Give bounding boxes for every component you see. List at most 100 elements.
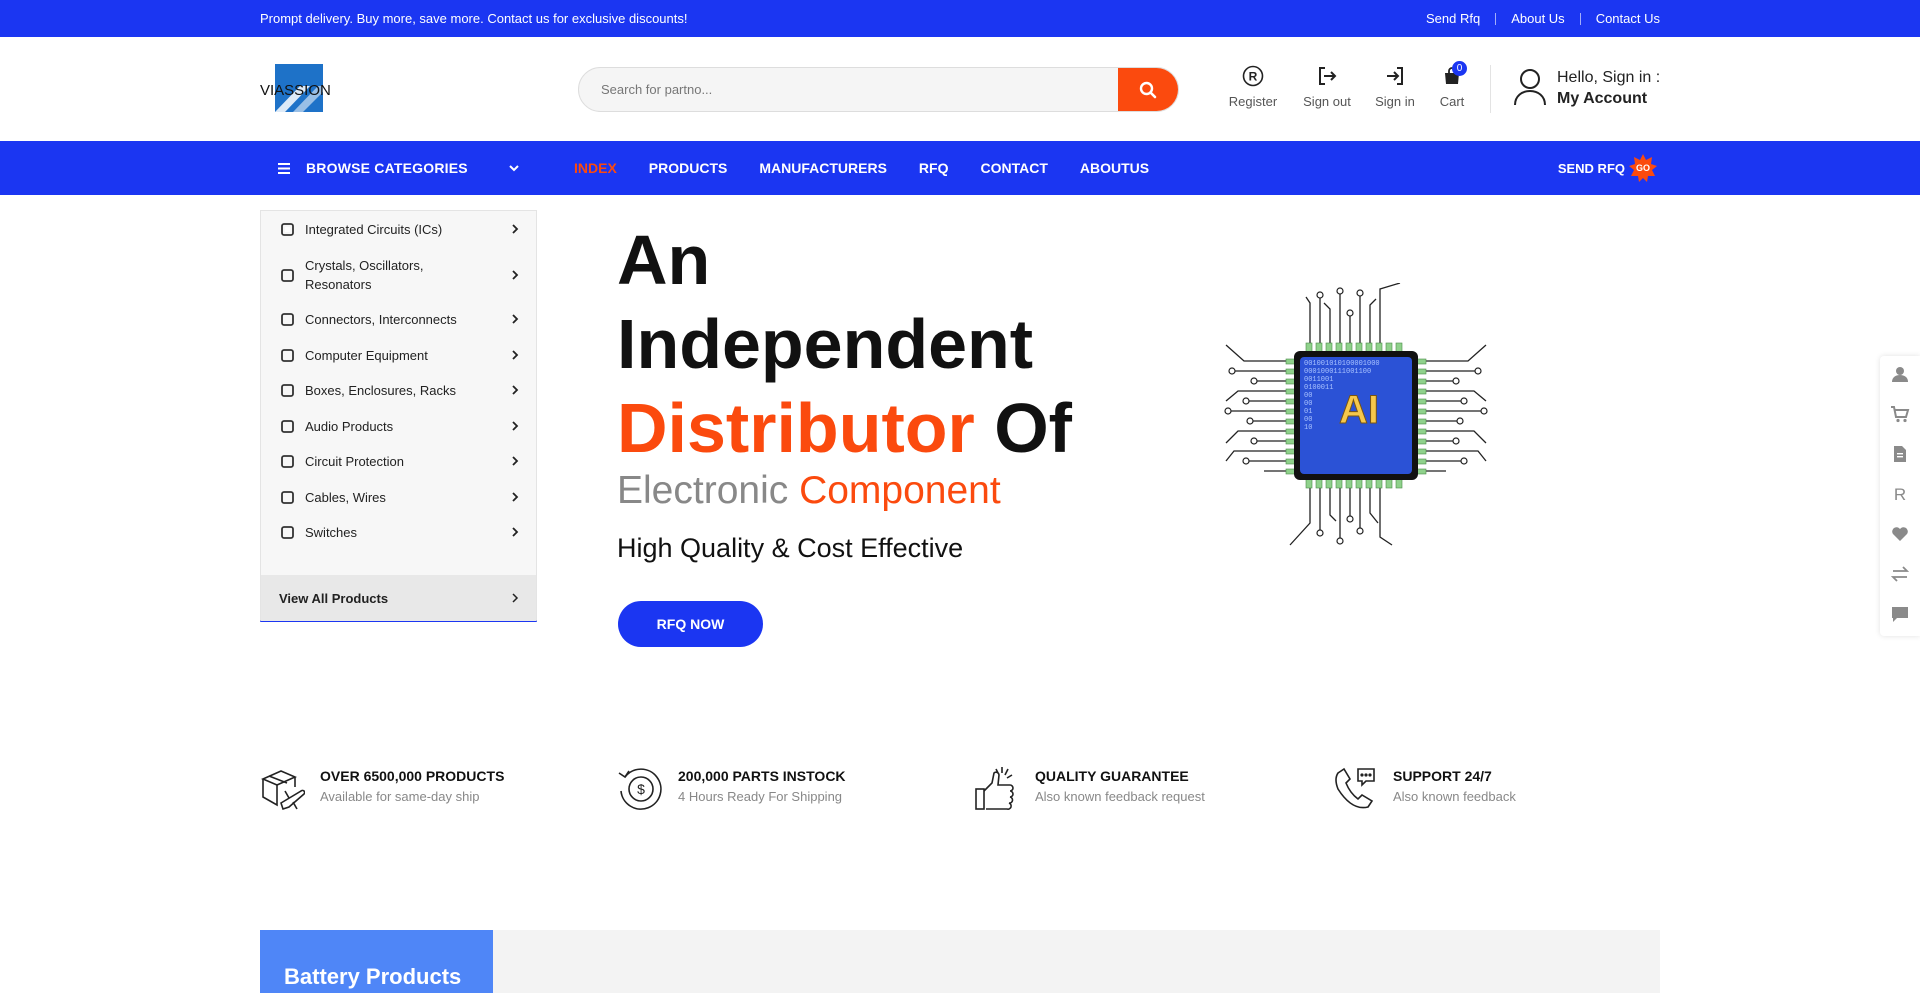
- side-account-button[interactable]: [1890, 364, 1910, 384]
- battery-products-title: Battery Products: [284, 964, 462, 989]
- user-icon: [1514, 69, 1546, 106]
- search-input[interactable]: [579, 68, 1119, 111]
- box-plane-icon: [261, 770, 305, 811]
- side-cart-button[interactable]: [1890, 404, 1910, 424]
- chevron-right-icon: [512, 314, 519, 324]
- hero-line-3-end: Of: [994, 389, 1072, 467]
- nav-menu: INDEX PRODUCTS MANUFACTURERS RFQ CONTACT…: [574, 141, 1181, 195]
- hamburger-menu-icon: [278, 162, 290, 174]
- nav-item-rfq[interactable]: RFQ: [919, 160, 949, 176]
- sign-out-link[interactable]: Sign out: [1300, 64, 1354, 109]
- cart-icon: [1891, 406, 1910, 423]
- feature-title: QUALITY GUARANTEE: [1035, 768, 1189, 784]
- search-button[interactable]: [1118, 68, 1178, 111]
- sign-in-icon: [1387, 67, 1403, 85]
- battery-products-tab[interactable]: Battery Products: [260, 930, 493, 993]
- category-label: Switches: [305, 524, 358, 540]
- category-item[interactable]: Integrated Circuits (ICs): [261, 219, 536, 239]
- feature-subtitle: 4 Hours Ready For Shipping: [678, 789, 843, 804]
- nav-item-manufacturers[interactable]: MANUFACTURERS: [759, 160, 887, 176]
- browse-categories-toggle[interactable]: BROWSE CATEGORIES: [260, 141, 536, 195]
- chip-icon: [281, 268, 294, 282]
- feature-quality: QUALITY GUARANTEE Also known feedback re…: [974, 765, 1294, 813]
- site-logo[interactable]: VIASSION: [260, 64, 340, 114]
- user-icon: [1892, 367, 1908, 382]
- browse-categories-label: BROWSE CATEGORIES: [306, 160, 468, 176]
- feature-subtitle: Also known feedback request: [1035, 789, 1205, 804]
- register-link[interactable]: R Register: [1226, 64, 1280, 109]
- battery-products-section: Battery Products: [260, 930, 1660, 993]
- top-link-contact-us[interactable]: Contact Us: [1596, 11, 1660, 26]
- nav-item-aboutus[interactable]: ABOUTUS: [1080, 160, 1149, 176]
- category-item[interactable]: Boxes, Enclosures, Racks: [261, 380, 536, 400]
- send-rfq-button[interactable]: SEND RFQ GO: [1558, 153, 1658, 183]
- view-all-products-label: View All Products: [279, 591, 389, 606]
- hero-subheadline: Electronic Component: [617, 469, 1001, 513]
- rfq-now-button[interactable]: RFQ NOW: [618, 601, 763, 647]
- category-item[interactable]: Switches: [261, 522, 536, 542]
- top-link-divider: [1495, 12, 1497, 25]
- nav-item-products[interactable]: PRODUCTS: [649, 160, 728, 176]
- svg-text:R: R: [1249, 70, 1258, 84]
- category-item[interactable]: Circuit Protection: [261, 451, 536, 471]
- search-bar: [578, 67, 1179, 112]
- category-item[interactable]: Connectors, Interconnects: [261, 309, 536, 329]
- hero-sub-gray: Electronic: [617, 469, 789, 512]
- chip-code-line: 0011001: [1304, 376, 1333, 384]
- nav-item-contact[interactable]: CONTACT: [980, 160, 1047, 176]
- chevron-right-icon: [512, 270, 519, 280]
- feature-title: SUPPORT 24/7: [1393, 768, 1492, 784]
- go-badge: GO: [1628, 153, 1658, 183]
- category-label: Circuit Protection: [305, 453, 404, 469]
- category-item[interactable]: Audio Products: [261, 416, 536, 436]
- chip-code-line: 0001000111001100: [1304, 368, 1371, 376]
- side-register-button[interactable]: R: [1890, 484, 1910, 504]
- top-link-about-us[interactable]: About Us: [1511, 11, 1564, 26]
- category-item[interactable]: Computer Equipment: [261, 345, 536, 365]
- side-wishlist-button[interactable]: [1890, 524, 1910, 544]
- sign-in-link[interactable]: Sign in: [1372, 64, 1418, 109]
- chevron-right-icon: [512, 421, 519, 431]
- cart-count-badge: 0: [1452, 61, 1467, 76]
- chip-code-line: 00: [1304, 416, 1312, 424]
- nav-item-index[interactable]: INDEX: [574, 160, 617, 176]
- send-rfq-label: SEND RFQ: [1557, 160, 1625, 176]
- chip-icon: [281, 348, 294, 362]
- register-label: Register: [1228, 94, 1278, 109]
- category-label: Cables, Wires: [305, 489, 386, 505]
- chip-code-line: 10: [1304, 424, 1312, 432]
- chip-icon: [281, 222, 294, 236]
- compare-arrows-icon: [1891, 566, 1909, 582]
- top-link-send-rfq[interactable]: Send Rfq: [1426, 11, 1480, 26]
- hero-sub-orange: Component: [799, 469, 1001, 512]
- chevron-right-icon: [512, 492, 519, 502]
- cart-link[interactable]: 0 Cart: [1435, 61, 1469, 109]
- chevron-right-icon: [512, 350, 519, 360]
- chip-code-line: 01: [1304, 408, 1312, 416]
- category-label: Audio Products: [305, 418, 394, 434]
- dollar-cycle-icon: $: [618, 768, 662, 810]
- chat-icon: [1892, 607, 1908, 622]
- my-account-label: My Account: [1557, 90, 1648, 107]
- chevron-right-icon: [512, 593, 519, 603]
- feature-instock: $ 200,000 PARTS INSTOCK 4 Hours Ready Fo…: [617, 765, 937, 813]
- logo-text: VIASSION: [260, 82, 331, 99]
- top-links: Send Rfq About Us Contact Us: [1426, 11, 1660, 26]
- floating-side-toolbar: R: [1880, 356, 1920, 636]
- category-item[interactable]: Cables, Wires: [261, 487, 536, 507]
- view-all-products-link[interactable]: View All Products: [261, 575, 536, 621]
- category-item[interactable]: Crystals, Oscillators, Resonators: [261, 255, 536, 295]
- side-chat-button[interactable]: [1890, 604, 1910, 624]
- hero-tagline: High Quality & Cost Effective: [617, 533, 964, 563]
- chip-icon: [281, 383, 294, 397]
- chip-code-line: 00: [1304, 392, 1312, 400]
- main-navigation: BROWSE CATEGORIES INDEX PRODUCTS MANUFAC…: [0, 141, 1920, 195]
- side-compare-button[interactable]: [1890, 564, 1910, 584]
- side-document-button[interactable]: [1890, 444, 1910, 464]
- feature-products: OVER 6500,000 PRODUCTS Available for sam…: [259, 765, 579, 813]
- chip-code-line: 00: [1304, 400, 1312, 408]
- hero-highlight-word: Distributor: [617, 389, 975, 467]
- chip-icon: [281, 525, 294, 539]
- registered-icon: R: [1242, 65, 1264, 87]
- chevron-right-icon: [512, 456, 519, 466]
